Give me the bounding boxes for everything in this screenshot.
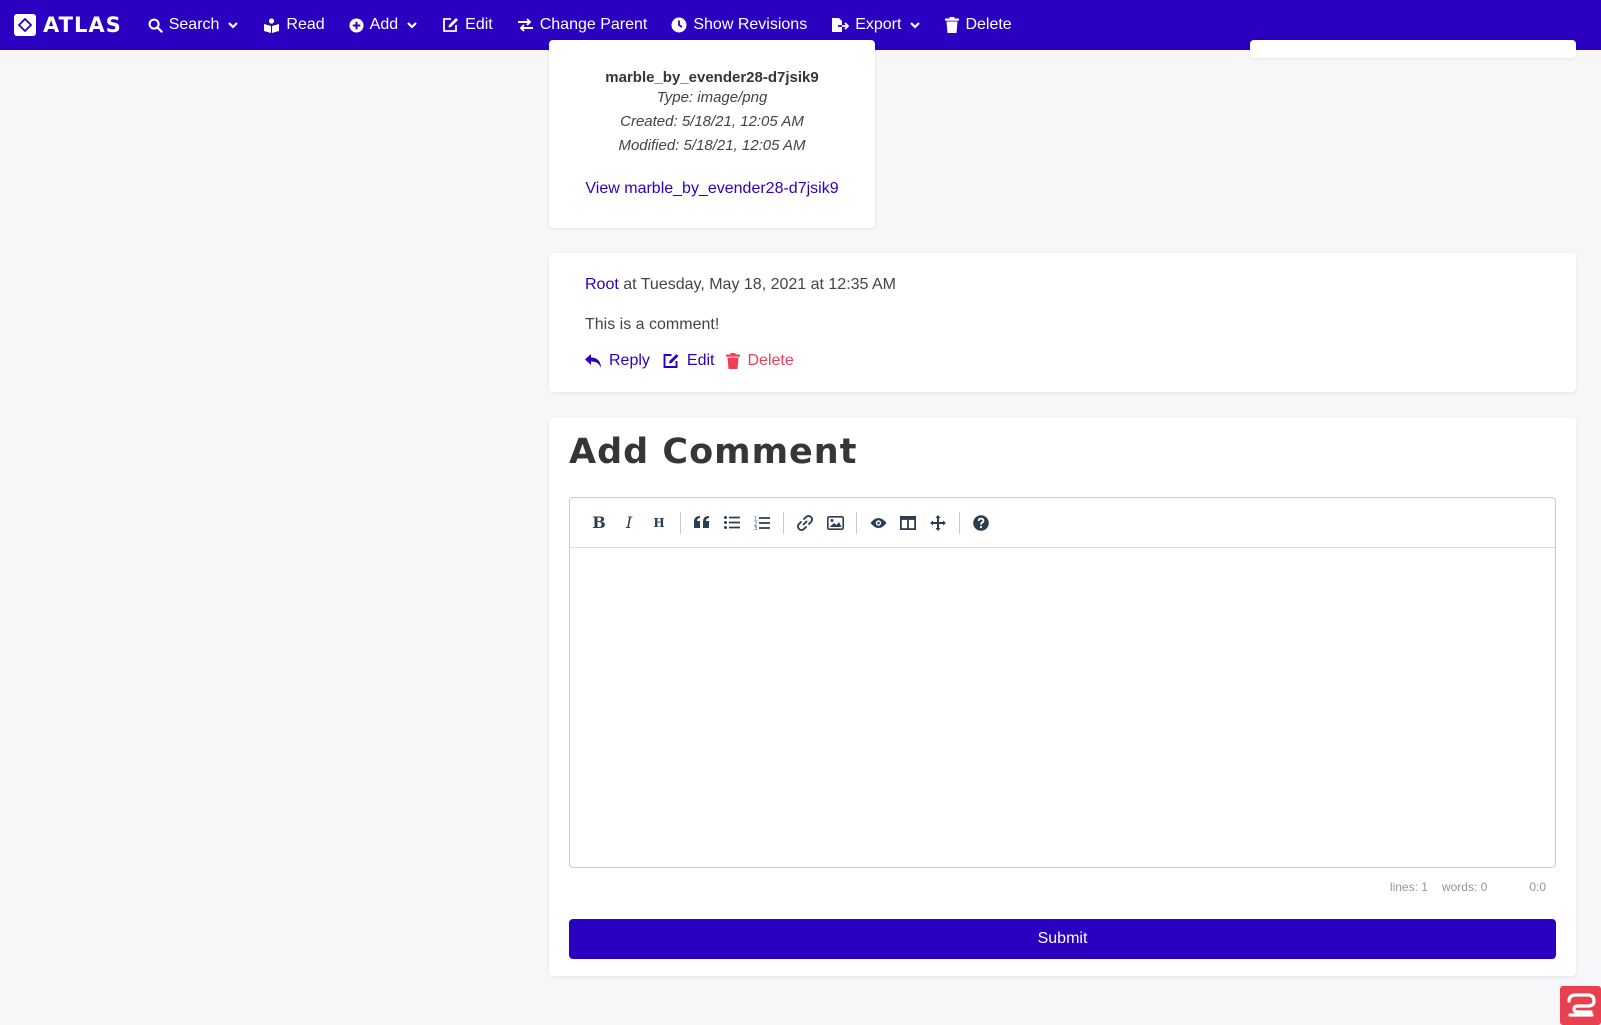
markdown-guide-button[interactable] (966, 508, 996, 538)
clock-icon (671, 17, 687, 33)
comment-timestamp: at Tuesday, May 18, 2021 at 12:35 AM (618, 276, 897, 293)
nav-show-revisions[interactable]: Show Revisions (671, 16, 807, 34)
nav-export-label: Export (855, 16, 902, 33)
columns-icon (900, 515, 916, 530)
reply-icon (585, 353, 601, 368)
unordered-list-icon (724, 516, 740, 529)
eye-icon (870, 517, 886, 528)
add-comment-title: Add Comment (569, 432, 858, 472)
toolbar-divider (856, 511, 857, 534)
chat-widget-icon (1566, 992, 1596, 1017)
file-card: marble_by_evender28-d7jsik9 Type: image/… (549, 40, 875, 228)
nav-read[interactable]: Read (263, 16, 325, 34)
edit-icon (663, 354, 679, 368)
chevron-down-icon (407, 22, 417, 29)
status-lines: lines: 1 (1389, 880, 1428, 894)
editor-statusbar: lines: 1 words: 0 0:0 (1376, 880, 1546, 894)
file-name: marble_by_evender28-d7jsik9 (605, 69, 819, 86)
side-panel (1250, 40, 1576, 58)
submit-button[interactable]: Submit (569, 919, 1556, 959)
nav-add[interactable]: Add (349, 16, 418, 34)
book-reader-icon (264, 17, 280, 33)
toolbar-divider (680, 511, 681, 534)
comment-body: This is a comment! (585, 316, 720, 333)
delete-comment-button[interactable]: Delete (726, 352, 794, 370)
nav-edit-label: Edit (465, 16, 493, 33)
edit-comment-button[interactable]: Edit (662, 352, 715, 370)
delete-label: Delete (747, 352, 794, 369)
edit-icon (443, 18, 459, 32)
add-comment-card: Add Comment B I H 123 lines: 1 words: 0 … (549, 418, 1576, 976)
status-cursor: 0:0 (1529, 880, 1546, 894)
arrows-alt-icon (930, 514, 946, 531)
side-by-side-button[interactable] (893, 508, 923, 538)
trash-icon (726, 353, 741, 369)
svg-text:3: 3 (754, 526, 757, 530)
plus-circle-icon (349, 17, 364, 33)
bold-button[interactable]: B (584, 508, 614, 538)
heading-button[interactable]: H (644, 508, 674, 538)
link-button[interactable] (790, 508, 820, 538)
brand-name: ATLAS (43, 13, 122, 37)
corner-widget-button[interactable] (1560, 986, 1601, 1025)
chevron-down-icon (910, 22, 921, 29)
comment-header: Root at Tuesday, May 18, 2021 at 12:35 A… (585, 276, 896, 294)
question-circle-icon (973, 514, 989, 531)
fullscreen-button[interactable] (923, 508, 953, 538)
view-file-link[interactable]: View marble_by_evender28-d7jsik9 (549, 180, 875, 198)
nav-change-parent-label: Change Parent (539, 16, 648, 33)
bold-icon: B (592, 513, 606, 532)
atlas-logo-icon (14, 14, 36, 36)
nav-search[interactable]: Search (148, 16, 240, 34)
brand[interactable]: ATLAS (14, 13, 122, 37)
edit-label: Edit (686, 352, 715, 369)
nav-delete[interactable]: Delete (945, 16, 1012, 34)
nav-read-label: Read (286, 16, 325, 33)
quote-button[interactable] (687, 508, 717, 538)
reply-label: Reply (609, 352, 650, 369)
quote-icon (694, 516, 709, 528)
reply-button[interactable]: Reply (585, 352, 650, 370)
trash-icon (945, 17, 960, 33)
nav-add-label: Add (369, 16, 399, 33)
nav-show-revisions-label: Show Revisions (693, 16, 808, 33)
comment-textarea[interactable] (570, 549, 1555, 867)
preview-button[interactable] (863, 508, 893, 538)
editor-toolbar: B I H 123 (570, 498, 1555, 548)
heading-icon: H (653, 515, 665, 530)
comment-actions: Reply Edit Delete (585, 352, 806, 370)
toolbar-divider (783, 511, 784, 534)
nav-export[interactable]: Export (831, 16, 921, 34)
italic-button[interactable]: I (614, 508, 644, 538)
file-type: Type: image/png (656, 89, 768, 106)
ordered-list-icon: 123 (754, 516, 770, 530)
nav-search-label: Search (168, 16, 220, 33)
link-icon (797, 514, 813, 531)
markdown-editor: B I H 123 (569, 497, 1556, 868)
image-button[interactable] (820, 508, 850, 538)
comment-author-link[interactable]: Root (585, 276, 619, 293)
file-created: Created: 5/18/21, 12:05 AM (620, 113, 804, 130)
search-icon (148, 18, 163, 33)
nav-delete-label: Delete (965, 16, 1012, 33)
file-export-icon (832, 18, 850, 32)
status-words: words: 0 (1441, 880, 1488, 894)
italic-icon: I (625, 513, 633, 532)
ordered-list-button[interactable]: 123 (747, 508, 777, 538)
image-icon (826, 515, 844, 530)
chevron-down-icon (228, 22, 239, 29)
nav-change-parent[interactable]: Change Parent (517, 16, 648, 34)
file-modified: Modified: 5/18/21, 12:05 AM (618, 137, 806, 154)
exchange-icon (517, 18, 533, 32)
unordered-list-button[interactable] (717, 508, 747, 538)
comment-card: Root at Tuesday, May 18, 2021 at 12:35 A… (549, 253, 1576, 392)
nav-edit[interactable]: Edit (442, 16, 493, 34)
toolbar-divider (959, 511, 960, 534)
